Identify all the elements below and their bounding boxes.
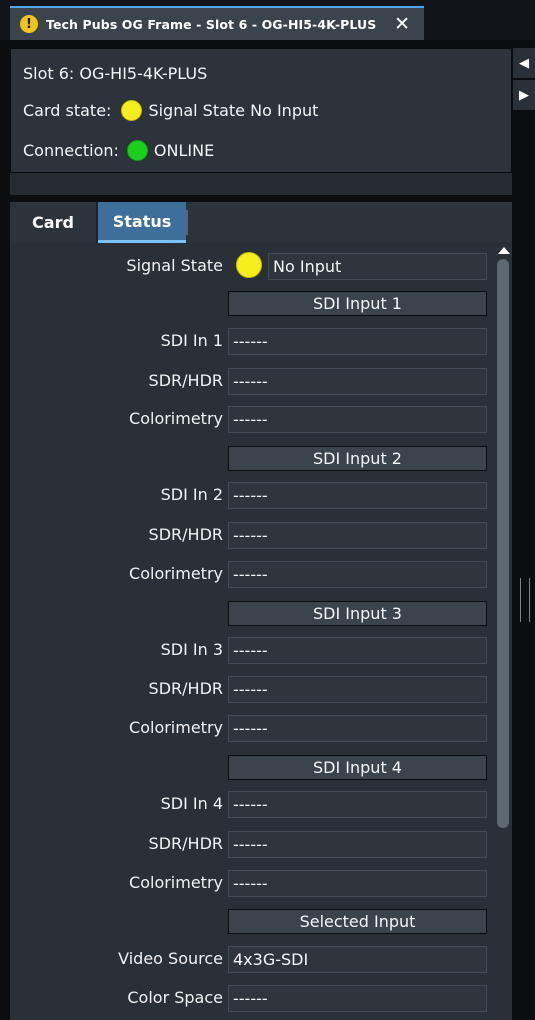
colorimetry-3-label: Colorimetry <box>129 718 223 737</box>
connection-row: Connection: ONLINE <box>23 140 214 161</box>
status-row: Colorimetry ------ <box>10 559 490 589</box>
sdi-input-4-header: SDI Input 4 <box>228 755 487 780</box>
sdr-hdr-4-label: SDR/HDR <box>148 834 223 853</box>
colorimetry-4-label: Colorimetry <box>129 873 223 892</box>
status-row: Colorimetry ------ <box>10 713 490 743</box>
scrollbar-thumb[interactable] <box>497 259 509 828</box>
section-header-row: SDI Input 4 <box>10 752 490 782</box>
status-row: SDR/HDR ------ <box>10 520 490 550</box>
status-row: Video Source 4x3G-SDI <box>10 944 490 974</box>
sdi-in-2-value: ------ <box>228 482 487 509</box>
tab-separator <box>186 210 188 235</box>
colorimetry-4-value: ------ <box>228 870 487 897</box>
status-row: Colorimetry ------ <box>10 404 490 434</box>
signal-state-indicator-icon <box>236 252 262 278</box>
status-row: SDR/HDR ------ <box>10 674 490 704</box>
sdr-hdr-3-label: SDR/HDR <box>148 679 223 698</box>
scroll-up-arrow-icon[interactable] <box>498 247 510 254</box>
sdi-in-4-label: SDI In 4 <box>160 794 223 813</box>
sdi-in-2-label: SDI In 2 <box>160 485 223 504</box>
status-row: Colorimetry ------ <box>10 868 490 898</box>
section-header-row: SDI Input 1 <box>10 288 490 318</box>
signal-state-value: No Input <box>268 253 487 280</box>
connection-indicator-icon <box>126 140 148 161</box>
colorimetry-3-value: ------ <box>228 715 487 742</box>
divider-bar <box>10 173 512 195</box>
colorimetry-1-label: Colorimetry <box>129 409 223 428</box>
status-row: SDI In 1 ------ <box>10 326 490 356</box>
sdr-hdr-2-label: SDR/HDR <box>148 525 223 544</box>
connection-label: Connection: <box>23 141 119 160</box>
card-state-row: Card state: Signal State No Input <box>23 100 318 121</box>
video-source-label: Video Source <box>118 949 223 968</box>
section-tabs: Card Status <box>10 202 512 243</box>
arrow-right-icon[interactable]: ▶ <box>513 80 535 110</box>
status-row: SDI In 2 ------ <box>10 480 490 510</box>
document-tab-title: Tech Pubs OG Frame - Slot 6 - OG-HI5-4K-… <box>46 16 377 32</box>
close-icon[interactable]: ✕ <box>394 13 410 35</box>
status-row: SDI In 3 ------ <box>10 635 490 665</box>
document-tab-strip: ! Tech Pubs OG Frame - Slot 6 - OG-HI5-4… <box>0 0 535 40</box>
sdi-in-3-label: SDI In 3 <box>160 640 223 659</box>
selected-input-header: Selected Input <box>228 909 487 934</box>
colorimetry-2-value: ------ <box>228 561 487 588</box>
color-space-value: ------ <box>228 985 487 1012</box>
colorimetry-1-value: ------ <box>228 406 487 433</box>
tab-card[interactable]: Card <box>10 202 98 243</box>
status-row: Color Space ------ <box>10 983 490 1013</box>
card-state-value: Signal State No Input <box>148 101 319 120</box>
section-header-row: Selected Input <box>10 906 490 936</box>
side-strip <box>512 47 535 1020</box>
color-space-label: Color Space <box>127 988 223 1007</box>
splitter-grip[interactable] <box>520 578 530 622</box>
document-tab[interactable]: ! Tech Pubs OG Frame - Slot 6 - OG-HI5-4… <box>10 6 424 40</box>
status-row: SDI In 4 ------ <box>10 789 490 819</box>
status-panel: Signal State No Input SDI Input 1 SDI In… <box>10 243 512 1020</box>
section-header-row: SDI Input 3 <box>10 598 490 628</box>
video-source-value: 4x3G-SDI <box>228 946 487 973</box>
sdi-in-3-value: ------ <box>228 637 487 664</box>
sdi-input-3-header: SDI Input 3 <box>228 601 487 626</box>
section-header-row: SDI Input 2 <box>10 443 490 473</box>
colorimetry-2-label: Colorimetry <box>129 564 223 583</box>
signal-state-label: Signal State <box>126 256 223 275</box>
sdi-in-1-label: SDI In 1 <box>160 331 223 350</box>
sdr-hdr-2-value: ------ <box>228 522 487 549</box>
status-row: SDR/HDR ------ <box>10 366 490 396</box>
tab-status[interactable]: Status <box>98 202 186 243</box>
card-info-box: Slot 6: OG-HI5-4K-PLUS Card state: Signa… <box>10 48 512 173</box>
sdr-hdr-1-value: ------ <box>228 368 487 395</box>
card-state-indicator-icon <box>121 100 143 121</box>
card-state-label: Card state: <box>23 101 112 120</box>
status-row: SDR/HDR ------ <box>10 829 490 859</box>
slot-title: Slot 6: OG-HI5-4K-PLUS <box>23 64 208 83</box>
sdi-in-4-value: ------ <box>228 791 487 818</box>
arrow-left-icon[interactable]: ◀ <box>513 48 535 78</box>
sdr-hdr-4-value: ------ <box>228 831 487 858</box>
warning-icon: ! <box>20 15 38 33</box>
sdr-hdr-3-value: ------ <box>228 676 487 703</box>
signal-state-row: Signal State No Input <box>10 251 490 281</box>
sdr-hdr-1-label: SDR/HDR <box>148 371 223 390</box>
sdi-input-1-header: SDI Input 1 <box>228 291 487 316</box>
sdi-in-1-value: ------ <box>228 328 487 355</box>
sdi-input-2-header: SDI Input 2 <box>228 446 487 471</box>
connection-value: ONLINE <box>153 141 215 160</box>
